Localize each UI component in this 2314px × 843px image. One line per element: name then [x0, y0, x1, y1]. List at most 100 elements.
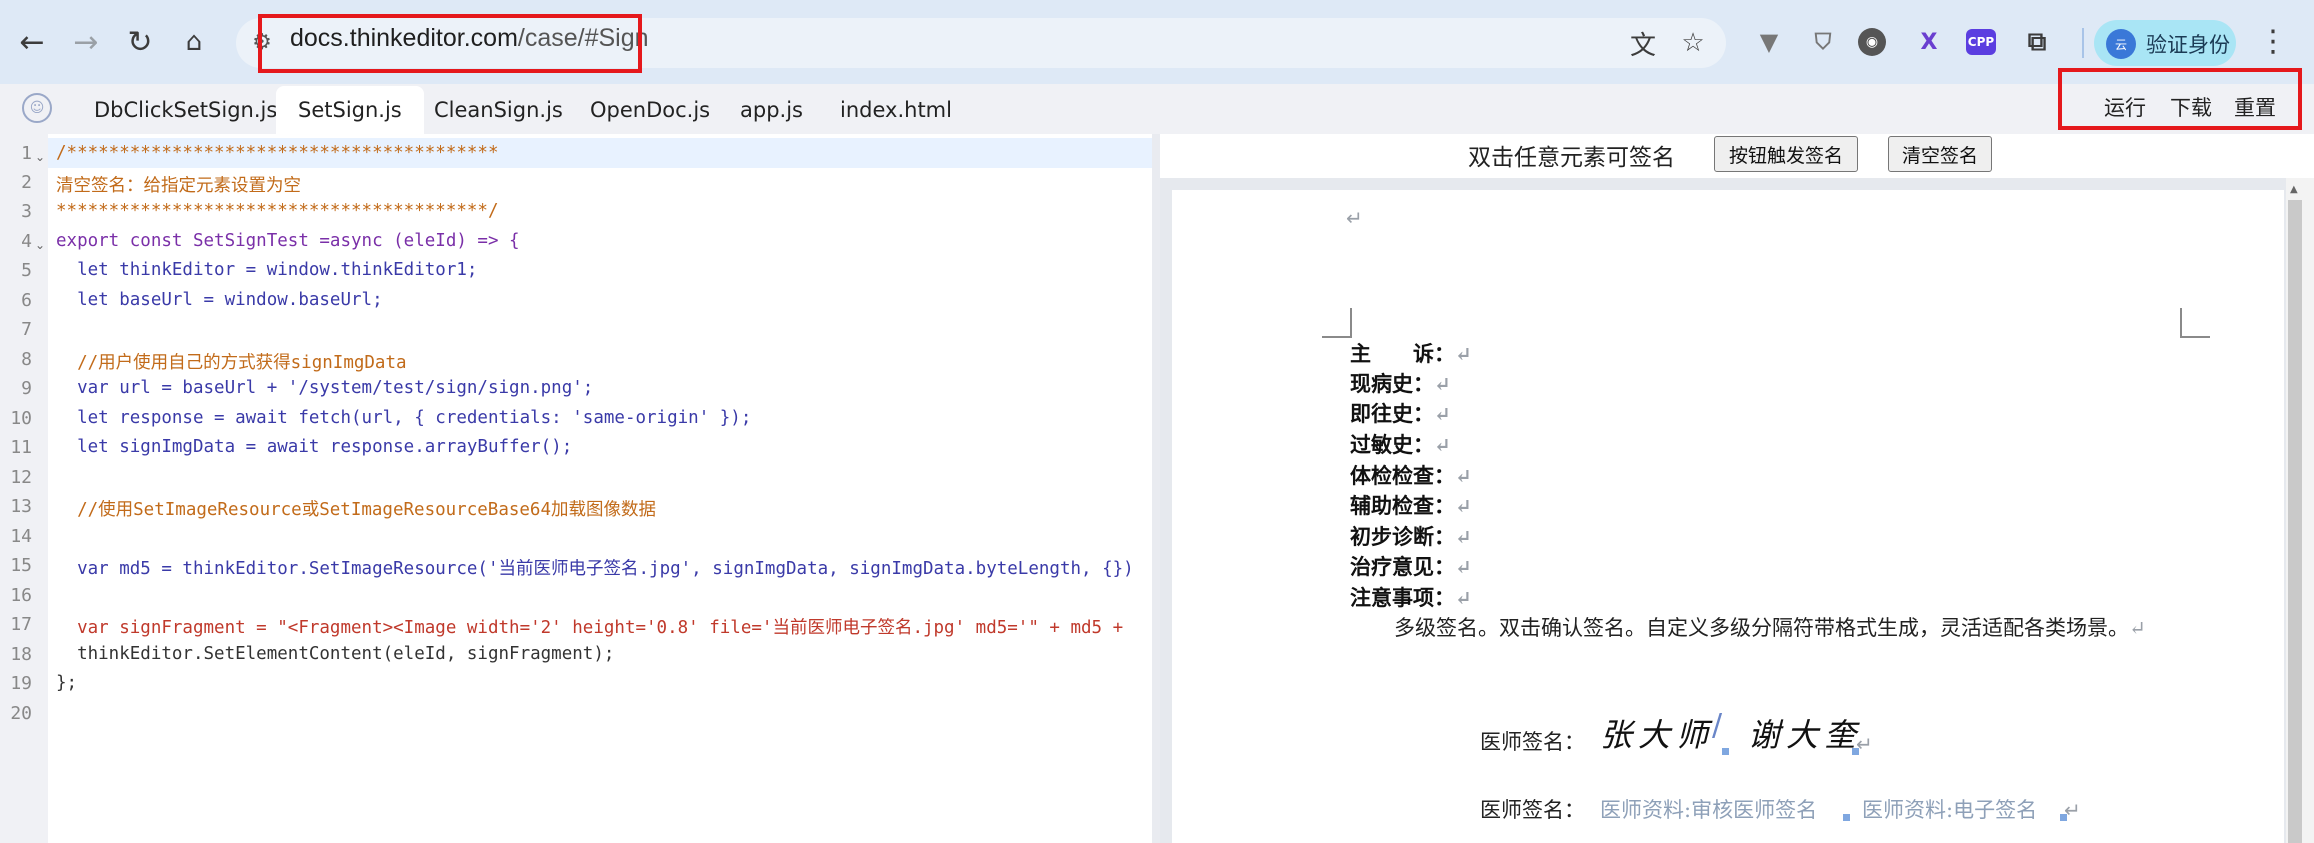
line-number: 9: [21, 378, 32, 399]
signature-image-2[interactable]: 谢大奎: [1748, 710, 1862, 756]
translate-icon[interactable]: 文: [1626, 26, 1660, 61]
return-mark: ↵: [1455, 342, 1472, 366]
code-line[interactable]: //用户使用自己的方式获得signImgData: [56, 349, 406, 374]
fold-chevron-icon[interactable]: ⌄: [35, 238, 45, 252]
field-past-history[interactable]: 即往史：↵: [1350, 398, 1451, 428]
line-number: 20: [10, 703, 32, 724]
puzzle-icon[interactable]: ⧉: [2020, 25, 2054, 59]
x-icon[interactable]: X: [1912, 25, 1946, 59]
return-mark: ↵: [1455, 586, 1472, 610]
return-mark: ↵: [1455, 525, 1472, 549]
clear-sign-button[interactable]: 清空签名: [1888, 136, 1992, 172]
line-number: 3: [21, 201, 32, 222]
tab-app[interactable]: app.js: [724, 86, 819, 134]
field-chief-complaint[interactable]: 主 诉：↵: [1350, 338, 1472, 368]
element-boundary-marker: [1843, 814, 1850, 821]
code-line[interactable]: };: [56, 673, 77, 693]
field-diagnosis[interactable]: 初步诊断：↵: [1350, 521, 1472, 551]
code-line[interactable]: /***************************************…: [56, 143, 499, 163]
field-allergy-history[interactable]: 过敏史：↵: [1350, 429, 1451, 459]
profile-avatar: 云: [2106, 29, 2136, 59]
code-line[interactable]: thinkEditor.SetElementContent(eleId, sig…: [56, 644, 614, 664]
line-number: 16: [10, 585, 32, 606]
scrollbar-thumb[interactable]: [2288, 200, 2302, 843]
line-number: 8: [21, 349, 32, 370]
code-line[interactable]: let response = await fetch(url, { creden…: [56, 408, 751, 428]
field-notes[interactable]: 注意事项：↵: [1350, 582, 1472, 612]
scroll-up-arrow-icon[interactable]: ▲: [2290, 184, 2298, 195]
code-line[interactable]: let baseUrl = window.baseUrl;: [56, 290, 383, 310]
line-number: 11: [10, 437, 32, 458]
tab-index[interactable]: index.html: [824, 86, 968, 134]
home-icon[interactable]: ⌂: [174, 22, 214, 62]
toolbar-separator: [2082, 28, 2084, 58]
field-label-text: 即往史：: [1350, 401, 1434, 426]
code-line[interactable]: //使用SetImageResource或SetImageResourceBas…: [56, 496, 656, 521]
code-line[interactable]: var signFragment = "<Fragment><Image wid…: [56, 614, 1146, 639]
electronic-signature-field[interactable]: 医师资料:电子签名: [1862, 794, 2037, 824]
line-number: 10: [10, 408, 32, 429]
element-boundary-marker: [1722, 748, 1729, 755]
line-number: 5: [21, 260, 32, 281]
vee-icon[interactable]: ▼: [1752, 25, 1786, 59]
shield-icon[interactable]: ⛉: [1806, 25, 1840, 59]
cpp-icon[interactable]: CPP: [1966, 29, 1996, 55]
line-number: 7: [21, 319, 32, 340]
back-arrow-icon[interactable]: ←: [12, 22, 52, 62]
field-auxiliary-exam[interactable]: 辅助检查：↵: [1350, 490, 1472, 520]
return-mark: ↵: [1434, 402, 1451, 426]
forward-arrow-icon[interactable]: →: [66, 22, 106, 62]
trigger-sign-button[interactable]: 按钮触发签名: [1714, 136, 1858, 172]
preview-title: 双击任意元素可签名: [1468, 145, 1675, 171]
highlight-actions-box: [2058, 68, 2302, 130]
field-label-text: 现病史：: [1350, 371, 1434, 396]
code-line[interactable]: 清空签名：给指定元素设置为空: [56, 172, 301, 197]
field-treatment[interactable]: 治疗意见：↵: [1350, 551, 1472, 581]
return-mark: ↵: [1856, 732, 1873, 756]
field-label-text: 初步诊断：: [1350, 524, 1455, 549]
code-line[interactable]: var md5 = thinkEditor.SetImageResource('…: [56, 555, 1146, 580]
return-mark: ↵: [1434, 372, 1451, 396]
line-number: 1: [21, 143, 32, 164]
document-page[interactable]: [1172, 190, 2284, 843]
return-mark: ↵: [1455, 494, 1472, 518]
highlight-url-box: [258, 14, 642, 73]
pane-divider[interactable]: [1152, 134, 1160, 843]
field-physical-exam[interactable]: 体检检查：↵: [1350, 460, 1472, 490]
return-mark: ↵: [1455, 464, 1472, 488]
reviewer-signature-field[interactable]: 医师资料:审核医师签名: [1600, 794, 1817, 824]
return-mark: ↵: [2129, 616, 2146, 640]
tab-setsign[interactable]: SetSign.js: [276, 86, 424, 134]
line-number: 6: [21, 290, 32, 311]
tab-cleansign[interactable]: CleanSign.js: [418, 86, 579, 134]
line-number: 17: [10, 614, 32, 635]
signature-separator: /: [1712, 708, 1723, 743]
line-number: 15: [10, 555, 32, 576]
app-logo-icon: ☺: [22, 93, 52, 123]
field-label-text: 注意事项：: [1350, 585, 1455, 610]
code-line[interactable]: var url = baseUrl + '/system/test/sign/s…: [56, 378, 593, 398]
field-present-illness[interactable]: 现病史：↵: [1350, 368, 1451, 398]
field-label-text: 过敏史：: [1350, 432, 1434, 457]
fold-chevron-icon[interactable]: ⌄: [35, 150, 45, 164]
line-number: 2: [21, 172, 32, 193]
camera-icon[interactable]: ◉: [1858, 28, 1886, 56]
tab-dbclicksetsign[interactable]: DbClickSetSign.js: [78, 86, 293, 134]
more-menu-icon[interactable]: ⋮: [2258, 24, 2288, 59]
code-line[interactable]: export const SetSignTest =async (eleId) …: [56, 231, 520, 251]
line-number: 14: [10, 526, 32, 547]
code-line[interactable]: let thinkEditor = window.thinkEditor1;: [56, 260, 477, 280]
field-label-text: 体检检查：: [1350, 463, 1455, 488]
bookmark-star-icon[interactable]: ☆: [1676, 26, 1710, 60]
return-mark: ↵: [1434, 433, 1451, 457]
signature-image-1[interactable]: 张大师: [1600, 710, 1714, 756]
reload-icon[interactable]: ↻: [120, 22, 160, 62]
doctor-signature-label-2: 医师签名：: [1480, 798, 1585, 822]
tab-opendoc[interactable]: OpenDoc.js: [574, 86, 726, 134]
line-number: 12: [10, 467, 32, 488]
multi-sign-paragraph[interactable]: 多级签名。双击确认签名。自定义多级分隔符带格式生成，灵活适配各类场景。↵: [1350, 612, 2190, 644]
field-label-text: 治疗意见：: [1350, 554, 1455, 579]
crop-mark-left: [1322, 308, 1352, 338]
code-line[interactable]: ****************************************…: [56, 201, 499, 221]
code-line[interactable]: let signImgData = await response.arrayBu…: [56, 437, 572, 457]
